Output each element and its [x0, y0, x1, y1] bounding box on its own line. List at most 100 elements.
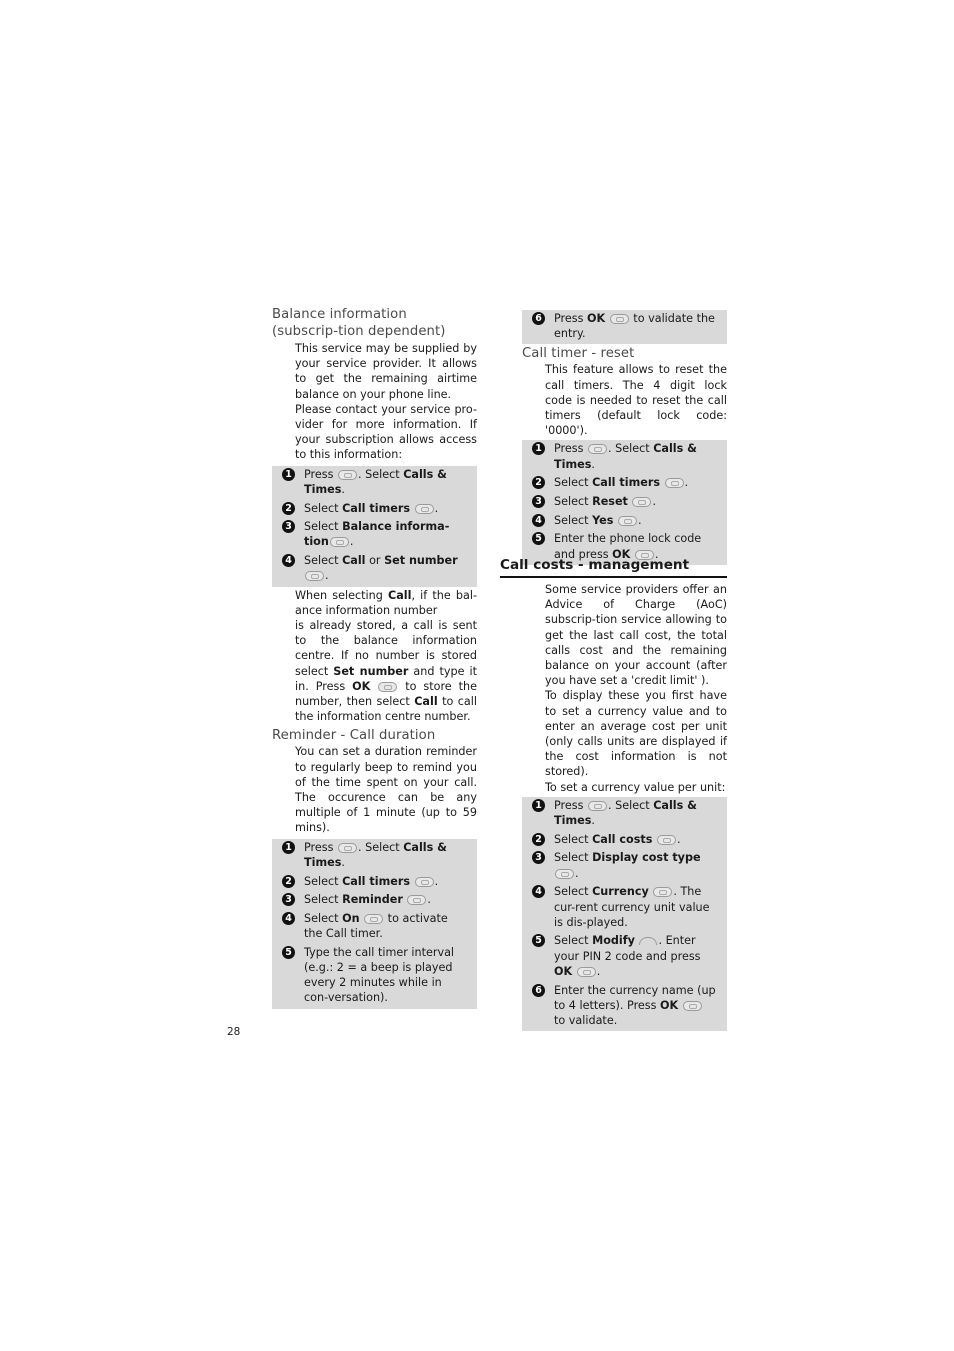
call-costs-section-title: Call costs - management [500, 556, 727, 578]
balance-steps: 1 Press . Select Calls & Times. 2 Select Ca… [272, 465, 477, 587]
step-item: 5 Type the call timer interval (e.g.: 2 =… [272, 945, 477, 1006]
paragraph: is already stored, a call is sent to the… [295, 618, 478, 724]
step-number-badge: 2 [282, 501, 295, 515]
bold-term: Calls & Times [304, 840, 447, 869]
bold-term: Currency [592, 885, 649, 899]
reset-intro-p1: This feature allows to reset the call ti… [545, 363, 727, 438]
bold-term: Call timers [342, 874, 411, 888]
step-text: Select Call or Set number . [304, 554, 458, 583]
step-number-badge: 4 [282, 554, 295, 568]
step-number-badge: 1 [282, 467, 295, 481]
bold-term: On [342, 911, 360, 925]
step-text: Select Reset . [554, 495, 656, 509]
ok-key-icon [305, 571, 324, 582]
step-item: 4 Select Call or Set number . [272, 553, 477, 583]
reset-intro: This feature allows to reset the call ti… [545, 362, 727, 438]
balance-intro-p1: This service may be supplied by your ser… [295, 342, 477, 401]
reminder-steps: 1 Press . Select Calls & Times. 2 Select Ca… [272, 838, 477, 1009]
step-item: 3 Select Reminder . [272, 892, 477, 907]
reminder-heading: Reminder - Call duration [272, 728, 436, 744]
left-column: Balance information (subscrip-tion depen… [272, 306, 477, 1009]
bold-term: Call [342, 554, 366, 568]
costs-column: Some service providers offer an Advice o… [522, 582, 727, 1032]
step-text: Press . Select Calls & Times. [554, 798, 697, 828]
step-number-badge: 4 [532, 885, 545, 899]
balance-intro-p2: Please contact your service pro-vider fo… [295, 402, 477, 462]
step-item: 5 Select Modify . Enter your PIN 2 code a… [522, 933, 727, 979]
step-item: 3 Select Reset . [522, 494, 727, 509]
step-text: Select Call timers . [304, 874, 439, 888]
bold-term: Calls & Times [554, 442, 697, 471]
bold-term: Call [414, 694, 438, 708]
reminder-intro-p1: You can set a duration reminder to regul… [295, 745, 477, 835]
costs-steps: 1 Press . Select Calls & Times. 2 Select Ca… [522, 796, 727, 1032]
step-text: Select Call costs . [554, 832, 681, 846]
step-text: Type the call timer interval (e.g.: 2 = … [304, 945, 455, 1005]
step-number-badge: 4 [282, 911, 295, 925]
bold-term: Display cost type [592, 851, 701, 865]
step-item: 4 Select Yes . [522, 513, 727, 528]
bold-term: OK [587, 312, 606, 325]
bold-term: Call costs [592, 832, 653, 846]
step-item: 4 Select Currency . The cur-rent currency… [522, 884, 727, 930]
step-text: Select Call timers . [304, 501, 439, 515]
step-item: 2 Select Call timers . [272, 501, 477, 516]
bold-term: OK [660, 998, 679, 1012]
step-number-badge: 3 [282, 520, 295, 534]
step-text: Select Modify . Enter your PIN 2 code an… [554, 934, 701, 978]
bold-term: Reset [592, 495, 628, 509]
step-number-badge: 5 [282, 945, 295, 959]
ok-key-icon [664, 478, 684, 489]
right-column: 6 Press OK to validate the entry. Call ti… [522, 310, 727, 565]
step-item: 1 Press . Select Calls & Times. [522, 441, 727, 471]
softkey-icon [639, 937, 658, 946]
step-item: 4 Select On to activate the Call timer. [272, 911, 477, 941]
ok-key-icon [588, 444, 607, 455]
bold-term: Balance informa-tion [304, 520, 450, 549]
ok-key-icon [576, 966, 596, 977]
step-number-badge: 3 [282, 893, 295, 907]
ok-key-icon [364, 913, 384, 924]
step-item: 2 Select Call timers . [272, 874, 477, 889]
step-number-badge: 5 [532, 532, 545, 546]
step-number-badge: 5 [532, 934, 545, 948]
step-item: 3 Select Balance informa-tion. [272, 519, 477, 549]
step-item: 6 Enter the currency name (up to 4 letter… [522, 983, 727, 1029]
step-text: Select Currency . The cur-rent currency … [554, 885, 710, 929]
bold-term: Reminder [342, 893, 403, 907]
bold-term: Calls & Times [554, 798, 697, 828]
ok-key-icon [588, 800, 607, 811]
ok-key-icon [414, 876, 434, 887]
step-number-badge: 2 [282, 874, 295, 888]
costs-intro-p3: To set a currency value per unit: [545, 780, 726, 794]
step-text: Press OK to validate the entry. [554, 312, 715, 341]
step-text: Select Display cost type . [554, 851, 701, 880]
balance-heading: Balance information (subscrip-tion depen… [272, 307, 446, 339]
ok-key-icon [555, 868, 574, 879]
costs-intro-p1: Some service providers offer an Advice o… [545, 583, 727, 688]
balance-note: When selecting Call, if the bal-ance inf… [295, 588, 477, 725]
step-number-badge: 4 [532, 513, 545, 527]
step-item: 1 Press . Select Calls & Times. [272, 467, 477, 497]
step-text: Press . Select Calls & Times. [304, 467, 447, 496]
ok-key-icon [329, 537, 349, 548]
bold-term: Set number [384, 554, 458, 568]
bold-term: Modify [592, 934, 635, 948]
bold-term: Calls & Times [304, 467, 447, 496]
reset-steps: 1 Press . Select Calls & Times. 2 Select Ca… [522, 440, 727, 565]
bold-term: Yes [592, 513, 614, 527]
step-number-badge: 2 [532, 832, 545, 846]
step-number-badge: 1 [282, 840, 295, 854]
paragraph: When selecting Call, if the bal-ance inf… [295, 588, 477, 617]
step-item: 1 Press . Select Calls & Times. [522, 798, 727, 828]
step-number-badge: 1 [532, 798, 545, 812]
step-text: Select Call timers . [554, 476, 689, 490]
step-number-badge: 3 [532, 851, 545, 865]
bold-term: OK [352, 679, 371, 693]
step-item: 2 Select Call costs . [522, 832, 727, 847]
bold-term: Set number [333, 664, 409, 678]
step-text: Select Reminder . [304, 893, 431, 907]
bold-term: Call timers [342, 501, 411, 515]
bold-term: OK [554, 964, 573, 978]
ok-key-icon [632, 497, 652, 508]
